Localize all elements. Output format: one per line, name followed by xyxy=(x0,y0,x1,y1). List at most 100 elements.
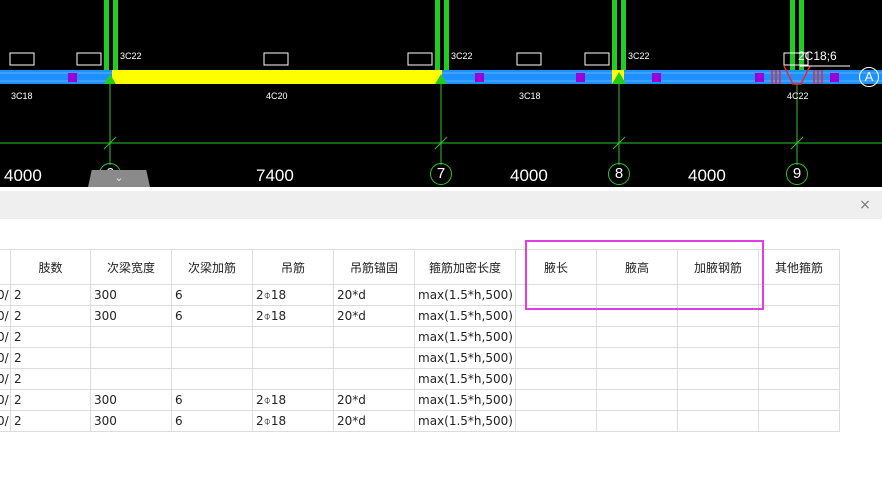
table-cell[interactable] xyxy=(515,284,597,306)
table-cell[interactable]: 0/ xyxy=(0,410,11,432)
table-cell[interactable] xyxy=(596,305,678,327)
table-cell[interactable] xyxy=(677,347,759,369)
table-cell[interactable]: 20*d xyxy=(333,389,415,411)
table-cell[interactable] xyxy=(515,347,597,369)
column-header[interactable]: 肢数 xyxy=(10,249,91,285)
column-header[interactable]: 次梁宽度 xyxy=(90,249,172,285)
table-cell[interactable] xyxy=(515,389,597,411)
table-cell[interactable] xyxy=(758,284,840,306)
table-cell[interactable]: 0/ xyxy=(0,284,11,306)
table-cell[interactable] xyxy=(252,368,334,390)
table-cell[interactable]: max(1.5*h,500) xyxy=(414,389,516,411)
table-cell[interactable]: max(1.5*h,500) xyxy=(414,284,516,306)
column-header[interactable]: 加腋钢筋 xyxy=(677,249,759,285)
close-icon[interactable]: × xyxy=(856,196,874,214)
table-cell[interactable]: 2 xyxy=(10,326,91,348)
table-cell[interactable] xyxy=(596,284,678,306)
table-cell[interactable] xyxy=(252,326,334,348)
table-cell[interactable] xyxy=(677,389,759,411)
table-cell[interactable]: 2 xyxy=(10,284,91,306)
column-header[interactable]: 其他箍筋 xyxy=(758,249,840,285)
table-cell[interactable]: 6 xyxy=(171,389,253,411)
table-cell[interactable]: 2 xyxy=(10,347,91,369)
table-cell[interactable]: 2 xyxy=(10,389,91,411)
table-cell[interactable]: 20*d xyxy=(333,284,415,306)
table-cell[interactable]: 300 xyxy=(90,410,172,432)
table-cell[interactable]: 2⌽18 xyxy=(252,284,334,306)
table-row[interactable]: 0/230062⌽1820*dmax(1.5*h,500) xyxy=(0,284,840,306)
table-cell[interactable]: 2 xyxy=(10,410,91,432)
column-header[interactable]: 次梁加筋 xyxy=(171,249,253,285)
table-cell[interactable]: 2⌽18 xyxy=(252,305,334,327)
table-cell[interactable] xyxy=(171,326,253,348)
table-cell[interactable]: 300 xyxy=(90,389,172,411)
collapse-panel-button[interactable]: ⌄ xyxy=(88,170,150,187)
table-cell[interactable]: 0/ xyxy=(0,368,11,390)
table-cell[interactable]: 6 xyxy=(171,410,253,432)
dimension-text: 4000 xyxy=(510,166,548,185)
table-cell[interactable] xyxy=(596,389,678,411)
table-cell[interactable]: max(1.5*h,500) xyxy=(414,410,516,432)
table-row[interactable]: 0/230062⌽1820*dmax(1.5*h,500) xyxy=(0,410,840,432)
table-cell[interactable]: 300 xyxy=(90,305,172,327)
table-cell[interactable] xyxy=(758,305,840,327)
table-cell[interactable] xyxy=(677,410,759,432)
hanger-rebar-label: 2C18;6 xyxy=(798,49,837,63)
table-cell[interactable]: 0/ xyxy=(0,389,11,411)
table-cell[interactable]: 2⌽18 xyxy=(252,389,334,411)
table-cell[interactable] xyxy=(596,326,678,348)
table-row[interactable]: 0/2 max(1.5*h,500) xyxy=(0,368,840,390)
column-header[interactable] xyxy=(0,249,11,285)
table-cell[interactable] xyxy=(333,368,415,390)
table-cell[interactable] xyxy=(90,347,172,369)
table-cell[interactable] xyxy=(333,326,415,348)
table-cell[interactable]: 2⌽18 xyxy=(252,410,334,432)
column-header[interactable]: 箍筋加密长度 xyxy=(414,249,516,285)
cad-canvas[interactable]: 3C22 3C22 3C22 2C18;6 3C18 4C20 3C18 4C2… xyxy=(0,0,882,187)
table-cell[interactable]: 0/ xyxy=(0,326,11,348)
table-cell[interactable] xyxy=(252,347,334,369)
table-cell[interactable]: 2 xyxy=(10,305,91,327)
table-cell[interactable] xyxy=(596,347,678,369)
table-cell[interactable] xyxy=(90,368,172,390)
table-cell[interactable]: 20*d xyxy=(333,305,415,327)
table-cell[interactable] xyxy=(677,326,759,348)
table-cell[interactable] xyxy=(758,368,840,390)
table-cell[interactable]: 2 xyxy=(10,368,91,390)
table-cell[interactable]: max(1.5*h,500) xyxy=(414,368,516,390)
table-cell[interactable]: 0/ xyxy=(0,305,11,327)
table-cell[interactable]: 0/ xyxy=(0,347,11,369)
table-cell[interactable] xyxy=(515,410,597,432)
table-cell[interactable] xyxy=(333,347,415,369)
table-cell[interactable] xyxy=(677,368,759,390)
table-cell[interactable]: max(1.5*h,500) xyxy=(414,305,516,327)
table-cell[interactable]: 6 xyxy=(171,305,253,327)
table-cell[interactable] xyxy=(515,368,597,390)
table-cell[interactable] xyxy=(758,326,840,348)
table-cell[interactable] xyxy=(515,305,597,327)
table-cell[interactable]: max(1.5*h,500) xyxy=(414,347,516,369)
table-cell[interactable] xyxy=(677,305,759,327)
table-row[interactable]: 0/230062⌽1820*dmax(1.5*h,500) xyxy=(0,389,840,411)
table-cell[interactable]: max(1.5*h,500) xyxy=(414,326,516,348)
table-cell[interactable]: 6 xyxy=(171,284,253,306)
table-row[interactable]: 0/230062⌽1820*dmax(1.5*h,500) xyxy=(0,305,840,327)
column-header[interactable]: 吊筋锚固 xyxy=(333,249,415,285)
table-cell[interactable]: 300 xyxy=(90,284,172,306)
table-cell[interactable] xyxy=(171,368,253,390)
column-header[interactable]: 腋长 xyxy=(515,249,597,285)
table-cell[interactable] xyxy=(677,284,759,306)
table-cell[interactable] xyxy=(758,389,840,411)
table-cell[interactable] xyxy=(758,347,840,369)
table-cell[interactable] xyxy=(171,347,253,369)
table-cell[interactable]: 20*d xyxy=(333,410,415,432)
table-cell[interactable] xyxy=(758,410,840,432)
table-row[interactable]: 0/2 max(1.5*h,500) xyxy=(0,347,840,369)
table-row[interactable]: 0/2 max(1.5*h,500) xyxy=(0,326,840,348)
column-header[interactable]: 腋高 xyxy=(596,249,678,285)
table-cell[interactable] xyxy=(90,326,172,348)
table-cell[interactable] xyxy=(596,368,678,390)
table-cell[interactable] xyxy=(515,326,597,348)
table-cell[interactable] xyxy=(596,410,678,432)
column-header[interactable]: 吊筋 xyxy=(252,249,334,285)
